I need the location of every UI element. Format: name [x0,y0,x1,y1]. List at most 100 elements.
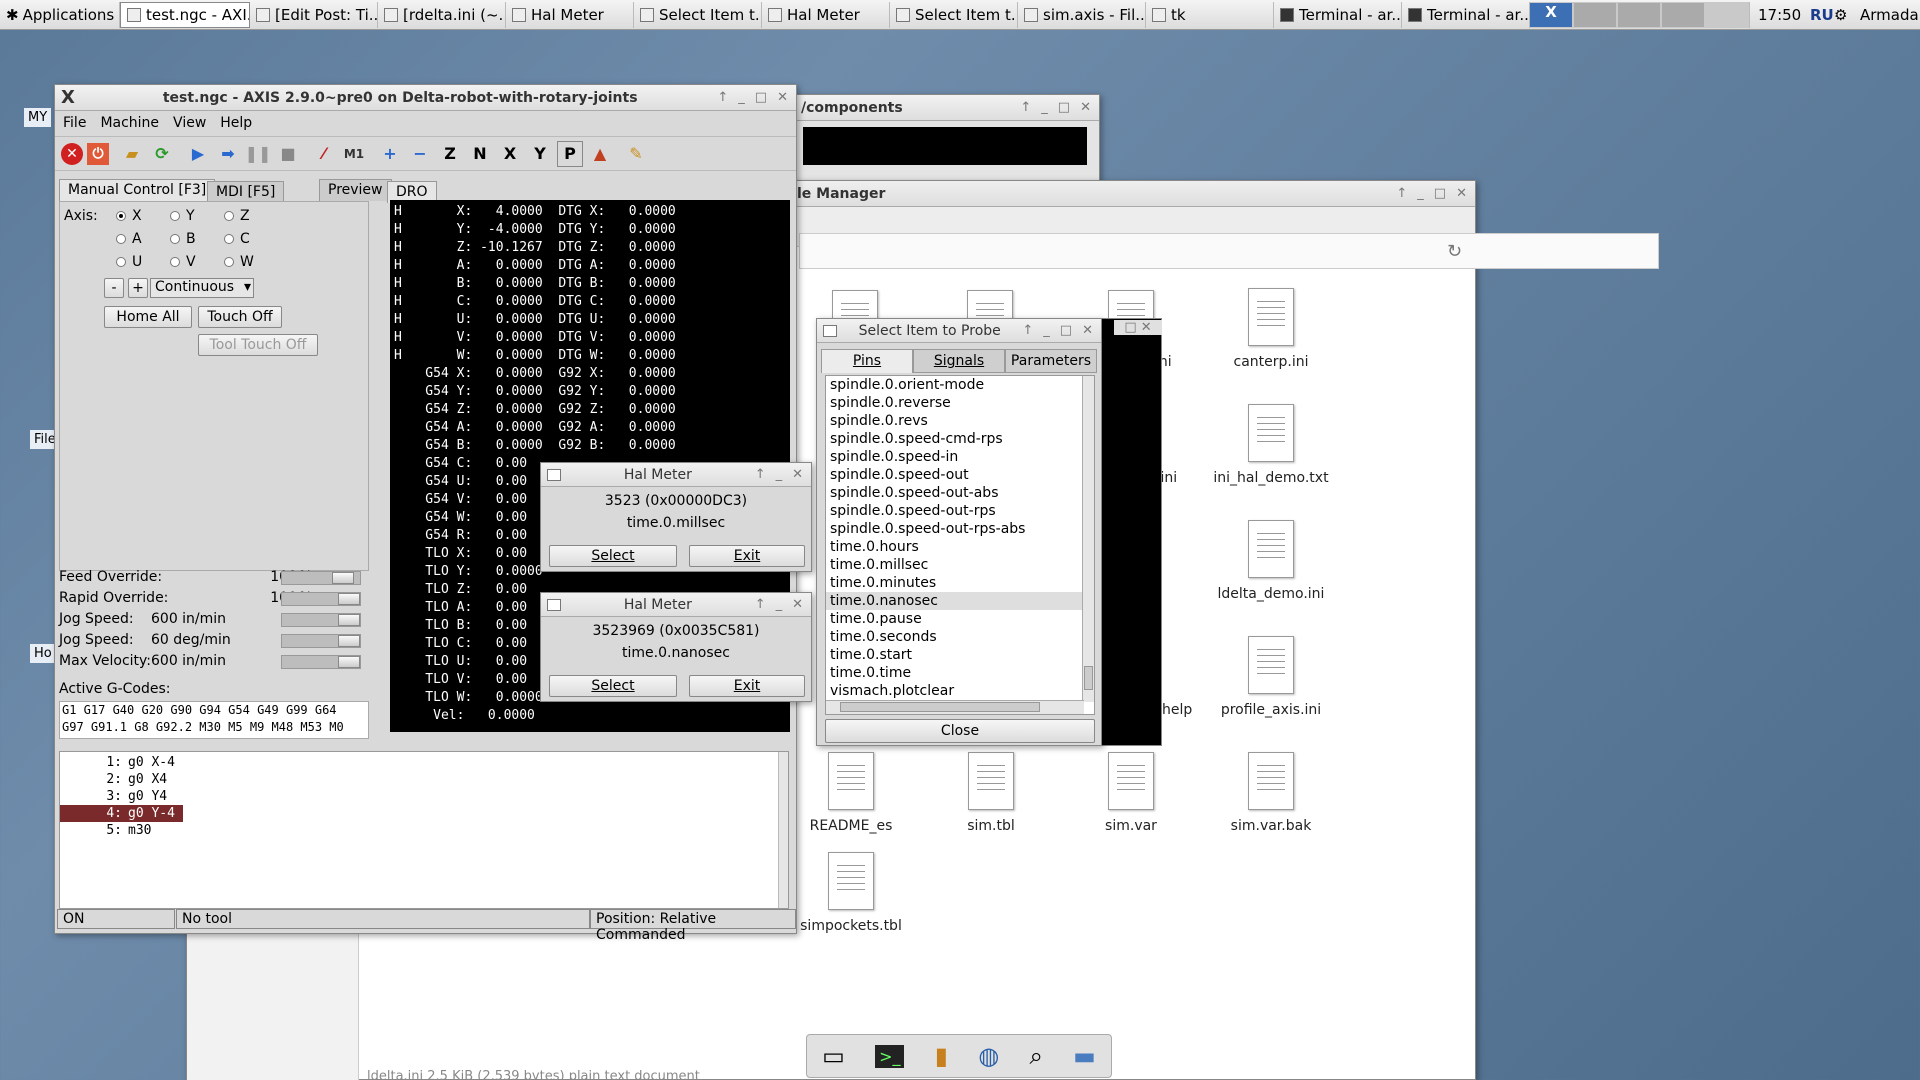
zoom-out-icon[interactable]: − [407,141,433,167]
jog-mode-select[interactable]: Continuous ▾ [150,278,254,298]
minimize-icon[interactable]: _ [1041,100,1048,115]
stop-icon[interactable]: ■ [275,141,301,167]
rotate-icon[interactable]: ▲ [587,141,613,167]
pin-list-item[interactable]: spindle.0.revs [826,412,1094,430]
pause-icon[interactable]: ❚❚ [245,141,272,167]
select-button[interactable]: Select [549,545,677,567]
close-icon[interactable]: ✕ [1082,323,1093,338]
file-item[interactable]: sim.var.bak [1206,752,1336,834]
jog-plus-button[interactable]: + [128,278,148,298]
workspace-2[interactable] [1574,2,1616,27]
menu-machine[interactable]: Machine [100,115,159,132]
menu-file[interactable]: File [63,115,86,132]
program-line[interactable]: 4: g0 Y-4 [60,805,788,822]
maximize-icon[interactable]: □ [755,90,767,105]
block-delete-icon[interactable]: ⁄ [311,141,337,167]
pin-list-item[interactable]: time.0.minutes [826,574,1094,592]
terminal-icon[interactable]: >_ [875,1044,905,1068]
maximize-icon[interactable]: □ [1060,323,1072,338]
pin-list-item[interactable]: time.0.pause [826,610,1094,628]
desktop-label-home[interactable]: Ho [30,644,56,663]
minimize-icon[interactable]: _ [1417,186,1424,201]
scroll-thumb[interactable] [840,702,1040,712]
axis-radio-z[interactable]: Z [224,208,250,224]
user-name[interactable]: Armada [1856,6,1919,24]
pin-list-item[interactable]: time.0.seconds [826,628,1094,646]
task-halmeter-2[interactable]: Hal Meter [762,1,890,28]
pin-icon[interactable]: ↑ [717,90,728,105]
pin-list-item[interactable]: time.0.nanosec [826,592,1094,610]
pin-list-item[interactable]: time.0.time [826,664,1094,682]
network-icon[interactable]: ⚙ [1834,6,1856,24]
minimize-icon[interactable]: _ [738,90,745,105]
pin-list-item[interactable]: spindle.0.speed-out-rps [826,502,1094,520]
task-edit-post[interactable]: [Edit Post: Ti... [250,1,378,28]
task-sim-axis[interactable]: sim.axis - Fil... [1018,1,1146,28]
machine-power-icon[interactable]: ⏻ [87,142,109,165]
pin-icon[interactable]: ↑ [755,597,766,612]
task-axis[interactable]: test.ngc - AXI... [120,1,250,28]
view-z2-icon[interactable]: N [467,141,493,167]
close-icon[interactable]: ✕ [1456,186,1467,201]
desktop-label-my[interactable]: MY [24,108,52,127]
folder-icon[interactable]: ▬ [1073,1042,1096,1070]
axis-radio-y[interactable]: Y [170,208,195,224]
pin-list-item[interactable]: vismach.plotclear [826,682,1094,700]
slider-handle[interactable] [338,614,360,626]
workspace-1[interactable]: X [1530,2,1572,27]
maximize-icon[interactable]: □ [1058,100,1070,115]
tab-pins[interactable]: Pins [821,349,913,373]
pin-list-item[interactable]: time.0.millsec [826,556,1094,574]
axis-radio-u[interactable]: U [116,254,142,270]
optional-stop-icon[interactable]: M1 [341,141,367,167]
menu-help[interactable]: Help [220,115,252,132]
axis-radio-v[interactable]: V [170,254,196,270]
close-icon[interactable]: ✕ [792,467,803,482]
close-icon[interactable]: ✕ [1080,100,1091,115]
tab-manual-control[interactable]: Manual Control [F3] [59,179,216,201]
axis-radio-x[interactable]: X [116,208,142,224]
file-item[interactable]: simpockets.tbl [786,852,916,934]
task-select-item-1[interactable]: Select Item t... [634,1,762,28]
axis-radio-b[interactable]: B [170,231,196,247]
run-icon[interactable]: ▶ [185,141,211,167]
location-bar[interactable] [799,233,1659,269]
override-slider[interactable] [281,592,361,606]
slider-handle[interactable] [338,593,360,605]
view-x-icon[interactable]: X [497,141,523,167]
pin-list-item[interactable]: spindle.0.speed-in [826,448,1094,466]
file-item[interactable]: canterp.ini [1206,288,1336,370]
tool-touch-off-button[interactable]: Tool Touch Off [198,334,318,356]
scroll-thumb[interactable] [1084,666,1093,690]
pin-icon[interactable]: ↑ [755,467,766,482]
archive-icon[interactable]: ▮ [935,1042,948,1070]
task-tk[interactable]: tk [1146,1,1274,28]
tab-parameters[interactable]: Parameters [1005,349,1097,373]
view-y-icon[interactable]: Y [527,141,553,167]
tab-preview[interactable]: Preview [319,179,392,201]
menu-view[interactable]: View [173,115,206,132]
minimize-icon[interactable]: _ [1043,323,1050,338]
home-all-button[interactable]: Home All [104,306,192,328]
file-item[interactable]: ldelta_demo.ini [1206,520,1336,602]
workspace-switcher[interactable]: X [1530,1,1750,28]
pin-list-item[interactable]: spindle.0.speed-out-rps-abs [826,520,1094,538]
pin-list-item[interactable]: spindle.0.speed-out-abs [826,484,1094,502]
slider-handle[interactable] [338,656,360,668]
horizontal-scrollbar[interactable] [826,700,1084,714]
refresh-icon[interactable]: ↻ [1447,241,1462,262]
file-item[interactable]: ini_hal_demo.txt [1206,404,1336,486]
file-item[interactable]: profile_axis.ini [1206,636,1336,718]
slider-handle[interactable] [338,635,360,647]
close-icon[interactable]: ✕ [777,90,788,105]
applications-menu[interactable]: ✱ Applications [0,1,120,28]
program-line[interactable]: 2: g0 X4 [60,771,788,788]
pin-list-item[interactable]: spindle.0.orient-mode [826,376,1094,394]
task-rdelta[interactable]: [rdelta.ini (~... [378,1,506,28]
override-slider[interactable] [281,613,361,627]
clock[interactable]: 17:50 [1758,6,1810,24]
select-button[interactable]: Select [549,675,677,697]
slider-handle[interactable] [332,572,355,584]
task-terminal-1[interactable]: Terminal - ar... [1274,1,1402,28]
file-item[interactable]: sim.var [1066,752,1196,834]
